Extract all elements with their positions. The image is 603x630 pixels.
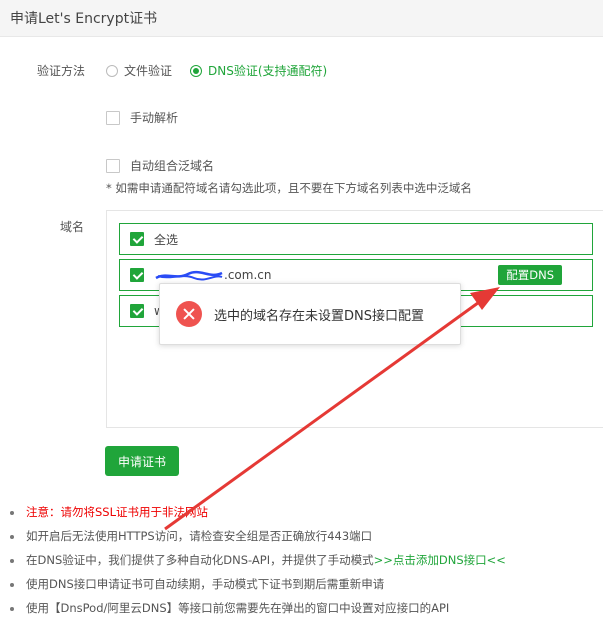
ssl-apply-dialog: 申请Let's Encrypt证书 验证方法 文件验证 DNS验证(支持通配符)… [0, 0, 603, 630]
note-item: 使用DNS接口申请证书可自动续期，手动模式下证书到期后需重新申请 [8, 572, 598, 596]
verify-method-row: 验证方法 [37, 62, 85, 79]
error-icon [176, 301, 202, 327]
domain-checkbox[interactable] [130, 304, 144, 318]
domain-label: 域名 [60, 220, 85, 234]
configure-dns-button[interactable]: 配置DNS [498, 265, 562, 285]
dialog-title: 申请Let's Encrypt证书 [10, 11, 158, 27]
auto-wildcard-label[interactable]: 自动组合泛域名 [130, 157, 214, 174]
file-verify-radio[interactable] [106, 64, 118, 77]
domain-label-row: 域名 [60, 218, 84, 235]
redacted-mark [154, 270, 224, 281]
wildcard-hint: * 如需申请通配符域名请勾选此项，且不要在下方域名列表中选中泛域名 [106, 181, 472, 195]
notes-list: 注意：请勿将SSL证书用于非法网站 如开启后无法使用HTTPS访问，请检查安全组… [8, 500, 598, 620]
auto-wildcard-row: 自动组合泛域名 [106, 157, 214, 174]
error-toast: 选中的域名存在未设置DNS接口配置 [159, 283, 461, 345]
note-item: 如开启后无法使用HTTPS访问，请检查安全组是否正确放行443端口 [8, 524, 598, 548]
apply-certificate-button[interactable]: 申请证书 [105, 446, 179, 476]
select-all-label[interactable]: 全选 [154, 231, 178, 248]
verify-options: 文件验证 DNS验证(支持通配符) [106, 62, 345, 79]
auto-wildcard-checkbox[interactable] [106, 158, 120, 173]
note-item: 使用【DnsPod/阿里云DNS】等接口前您需要先在弹出的窗口中设置对应接口的A… [8, 596, 598, 620]
dialog-header: 申请Let's Encrypt证书 [0, 0, 603, 37]
add-dns-api-link[interactable]: >>点击添加DNS接口<< [374, 553, 506, 567]
note-text: 在DNS验证中，我们提供了多种自动化DNS-API，并提供了手动模式 [26, 553, 374, 567]
dns-verify-label[interactable]: DNS验证(支持通配符) [208, 62, 327, 79]
toast-message: 选中的域名存在未设置DNS接口配置 [214, 308, 424, 324]
dns-verify-radio[interactable] [190, 64, 203, 77]
file-verify-label[interactable]: 文件验证 [124, 62, 172, 79]
note-item: 在DNS验证中，我们提供了多种自动化DNS-API，并提供了手动模式>>点击添加… [8, 548, 598, 572]
manual-parse-checkbox[interactable] [106, 110, 120, 125]
domain-checkbox[interactable] [130, 268, 144, 282]
manual-parse-label[interactable]: 手动解析 [130, 109, 178, 126]
note-item: 注意：请勿将SSL证书用于非法网站 [8, 500, 598, 524]
manual-parse-row: 手动解析 [106, 109, 178, 126]
domain-name: .com.cn [224, 268, 272, 282]
domain-select-all[interactable]: 全选 [119, 223, 593, 255]
verify-method-label: 验证方法 [37, 64, 86, 78]
select-all-checkbox[interactable] [130, 232, 144, 246]
